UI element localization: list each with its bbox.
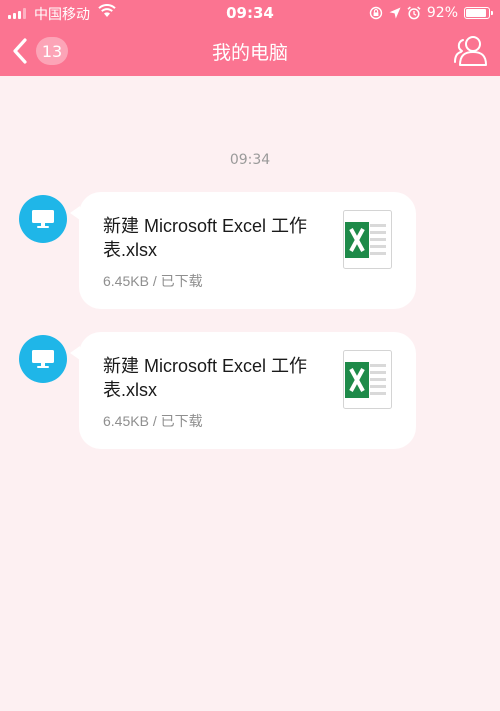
- sender-avatar[interactable]: [19, 195, 67, 243]
- battery-icon: [464, 7, 493, 19]
- excel-file-icon: [343, 210, 392, 269]
- file-meta: 6.45KB / 已下载: [103, 273, 203, 289]
- alarm-icon: [407, 6, 421, 20]
- computer-icon: [32, 350, 54, 368]
- page-title: 我的电脑: [211, 42, 288, 64]
- message-item: 新建 Microsoft Excel 工作表.xlsx 6.45KB / 已下载: [0, 332, 500, 450]
- file-message-bubble[interactable]: 新建 Microsoft Excel 工作表.xlsx 6.45KB / 已下载: [79, 192, 416, 309]
- message-item: 新建 Microsoft Excel 工作表.xlsx 6.45KB / 已下载: [0, 192, 500, 310]
- nav-bar: 13 我的电脑: [0, 26, 500, 76]
- battery-fill: [466, 9, 487, 17]
- file-meta: 6.45KB / 已下载: [103, 413, 203, 429]
- header: 中国移动 09:34 92% 13 我的电脑: [0, 0, 500, 76]
- location-icon: [389, 7, 401, 19]
- chat-timestamp: 09:34: [229, 152, 271, 168]
- battery-percent: 92%: [426, 5, 458, 21]
- file-message-bubble[interactable]: 新建 Microsoft Excel 工作表.xlsx 6.45KB / 已下载: [79, 332, 416, 449]
- computer-icon: [32, 210, 54, 228]
- user-profile-icon[interactable]: [452, 32, 488, 68]
- file-name: 新建 Microsoft Excel 工作表.xlsx: [103, 216, 308, 260]
- excel-file-icon: [343, 350, 392, 409]
- screen-rotation-lock-icon: [369, 6, 383, 20]
- sender-avatar[interactable]: [19, 335, 67, 383]
- status-indicators: 92%: [369, 4, 493, 22]
- file-name: 新建 Microsoft Excel 工作表.xlsx: [103, 356, 308, 400]
- status-bar: 中国移动 09:34 92%: [0, 0, 500, 26]
